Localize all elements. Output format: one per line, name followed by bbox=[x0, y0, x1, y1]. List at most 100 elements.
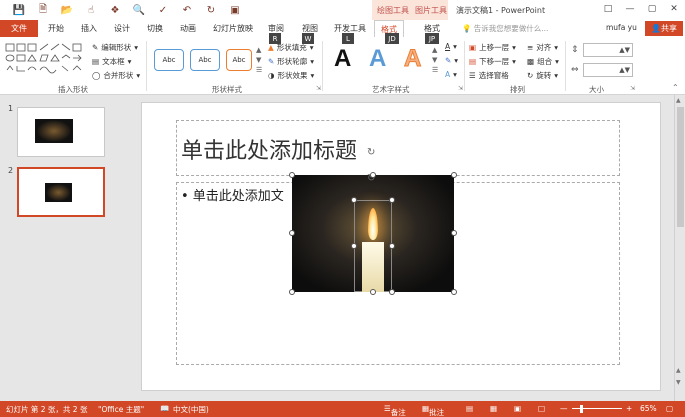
scroll-up-icon[interactable]: ▲ bbox=[676, 97, 681, 104]
shape-effects-button[interactable]: ◑ 形状效果 ▾ bbox=[268, 70, 314, 81]
zoom-level[interactable]: 65% bbox=[640, 404, 657, 413]
tab-file[interactable]: 文件 bbox=[0, 20, 38, 37]
rotate-button[interactable]: ↻ 旋转 ▾ bbox=[527, 70, 558, 81]
bring-forward-button[interactable]: ▣ 上移一层 ▾ bbox=[469, 42, 516, 53]
text-effects-button[interactable]: A ▾ bbox=[445, 70, 457, 79]
resize-handle[interactable] bbox=[451, 289, 457, 295]
collapse-ribbon-icon[interactable]: ⌃ bbox=[672, 83, 679, 92]
reading-view-icon[interactable]: ▣ bbox=[514, 404, 521, 413]
new-icon[interactable]: 🗎 bbox=[32, 3, 54, 17]
slide-canvas[interactable]: 单击此处添加标题 • 单击此处添加文 ↻ ↻ bbox=[141, 102, 661, 391]
tab-animations[interactable]: 动画 bbox=[174, 20, 202, 37]
wordart-more-icon[interactable]: ▲ ▼ ☰ bbox=[432, 45, 438, 75]
resize-handle[interactable] bbox=[389, 197, 395, 203]
preview-icon[interactable]: 🔍 bbox=[128, 3, 150, 17]
text-fill-button[interactable]: A ▾ bbox=[445, 42, 457, 51]
shape-style-1[interactable]: Abc bbox=[154, 49, 184, 71]
save-icon[interactable]: 💾 bbox=[8, 3, 30, 17]
language-status[interactable]: 中文(中国) bbox=[173, 404, 209, 415]
keytip-jp: JP bbox=[425, 33, 439, 44]
size-dialog-launcher-icon[interactable]: ⇲ bbox=[630, 85, 635, 92]
resize-handle[interactable] bbox=[451, 172, 457, 178]
slide-thumbnail-1[interactable] bbox=[17, 107, 105, 157]
tab-slideshow[interactable]: 幻灯片放映 bbox=[207, 20, 259, 37]
edit-shape-button[interactable]: ✎ 编辑形状 ▾ bbox=[92, 42, 138, 53]
shape-outline-button[interactable]: ✎ 形状轮廓 ▾ bbox=[268, 56, 314, 67]
resize-handle[interactable] bbox=[289, 172, 295, 178]
resize-handle[interactable] bbox=[389, 289, 395, 295]
resize-handle[interactable] bbox=[451, 230, 457, 236]
undo-icon[interactable]: ↶ bbox=[176, 3, 198, 17]
rotate-handle-icon[interactable]: ↻ bbox=[367, 147, 375, 158]
group-button[interactable]: ▩ 组合 ▾ bbox=[527, 56, 559, 67]
zoom-in-icon[interactable]: + bbox=[626, 404, 632, 413]
prev-slide-icon[interactable]: ▲ bbox=[676, 367, 681, 374]
comments-button[interactable]: ▦ 批注 bbox=[422, 404, 444, 417]
slideshow-view-icon[interactable]: □ bbox=[538, 404, 545, 413]
insert-shapes-group-label: 插入形状 bbox=[58, 85, 88, 94]
normal-view-icon[interactable]: ▤ bbox=[466, 404, 473, 413]
tell-me-input[interactable]: 💡 告诉我您想要做什么... bbox=[462, 23, 548, 34]
resize-handle[interactable] bbox=[351, 243, 357, 249]
title-placeholder[interactable]: 单击此处添加标题 bbox=[176, 120, 620, 176]
slide-thumbnail-2[interactable] bbox=[17, 167, 105, 217]
user-name[interactable]: mufa yu bbox=[606, 23, 637, 32]
redo-icon[interactable]: ↻ bbox=[200, 3, 222, 17]
open-icon[interactable]: 📂 bbox=[56, 3, 78, 17]
resize-handle[interactable] bbox=[389, 243, 395, 249]
merge-shapes-button[interactable]: ◯ 合并形状 ▾ bbox=[92, 70, 140, 81]
scroll-thumb[interactable] bbox=[677, 107, 684, 227]
shape-styles-more-icon[interactable]: ▲ ▼ ☰ bbox=[256, 45, 262, 75]
fit-slide-icon[interactable]: ▢ bbox=[666, 404, 673, 413]
rotate-icon: ↻ bbox=[527, 71, 534, 80]
thumbnail-picture bbox=[35, 119, 73, 143]
text-box-button[interactable]: ▤ 文本框 ▾ bbox=[92, 56, 131, 67]
spell-icon[interactable]: ✓ bbox=[152, 3, 174, 17]
share-button[interactable]: 👤 共享 bbox=[645, 21, 683, 36]
dialog-launcher-icon[interactable]: ⇲ bbox=[316, 85, 321, 92]
tab-transitions[interactable]: 切换 bbox=[141, 20, 169, 37]
spellcheck-icon[interactable]: 📖 bbox=[160, 404, 169, 413]
width-icon: ⇔ bbox=[571, 65, 579, 75]
present-icon[interactable]: ▣ bbox=[224, 3, 246, 17]
vertical-scrollbar[interactable]: ▲ ▲ ▼ bbox=[674, 95, 685, 401]
resize-handle[interactable] bbox=[289, 289, 295, 295]
notes-button[interactable]: ☰ 备注 bbox=[384, 404, 406, 417]
effects-icon: ◑ bbox=[268, 71, 275, 80]
thumbnail-picture bbox=[45, 183, 72, 202]
minimize-icon[interactable]: — bbox=[619, 0, 641, 18]
text-outline-button[interactable]: ✎ ▾ bbox=[445, 56, 458, 65]
shapes-gallery[interactable] bbox=[4, 42, 86, 76]
next-slide-icon[interactable]: ▼ bbox=[676, 379, 681, 386]
merge-shapes-icon: ◯ bbox=[92, 71, 101, 80]
wordart-style-2[interactable]: A bbox=[369, 45, 386, 73]
shape-style-2[interactable]: Abc bbox=[190, 49, 220, 71]
resize-handle[interactable] bbox=[351, 197, 357, 203]
align-button[interactable]: ≡ 对齐 ▾ bbox=[527, 42, 558, 53]
resize-handle[interactable] bbox=[370, 172, 376, 178]
send-backward-button[interactable]: ▤ 下移一层 ▾ bbox=[469, 56, 516, 67]
candle-picture[interactable] bbox=[292, 175, 454, 292]
wordart-style-3[interactable]: A bbox=[403, 45, 421, 73]
wordart-style-1[interactable]: A bbox=[334, 45, 351, 73]
zoom-slider-thumb[interactable] bbox=[580, 405, 583, 413]
height-input[interactable]: ▲▼ bbox=[583, 43, 633, 57]
tab-insert[interactable]: 插入 bbox=[75, 20, 103, 37]
zoom-out-icon[interactable]: — bbox=[560, 404, 568, 413]
shape-style-3[interactable]: Abc bbox=[226, 49, 252, 71]
selection-pane-button[interactable]: ☰ 选择窗格 bbox=[469, 70, 509, 81]
width-input[interactable]: ▲▼ bbox=[583, 63, 633, 77]
wordart-dialog-launcher-icon[interactable]: ⇲ bbox=[458, 85, 463, 92]
ribbon-display-icon[interactable]: □ bbox=[597, 0, 619, 18]
format-painter-icon[interactable]: ❖ bbox=[104, 3, 126, 17]
touch-icon[interactable]: ☝ bbox=[80, 3, 102, 17]
maximize-icon[interactable]: ▢ bbox=[641, 0, 663, 18]
resize-handle[interactable] bbox=[370, 289, 376, 295]
tab-design[interactable]: 设计 bbox=[108, 20, 136, 37]
slide-sorter-icon[interactable]: ▦ bbox=[490, 404, 497, 413]
pencil-icon: ✎ bbox=[268, 57, 275, 66]
close-icon[interactable]: ✕ bbox=[663, 0, 685, 18]
resize-handle[interactable] bbox=[289, 230, 295, 236]
tab-home[interactable]: 开始 bbox=[42, 20, 70, 37]
title-bar: 💾 🗎 📂 ☝ ❖ 🔍 ✓ ↶ ↻ ▣ 绘图工具 图片工具 演示文稿1 - Po… bbox=[0, 0, 685, 20]
